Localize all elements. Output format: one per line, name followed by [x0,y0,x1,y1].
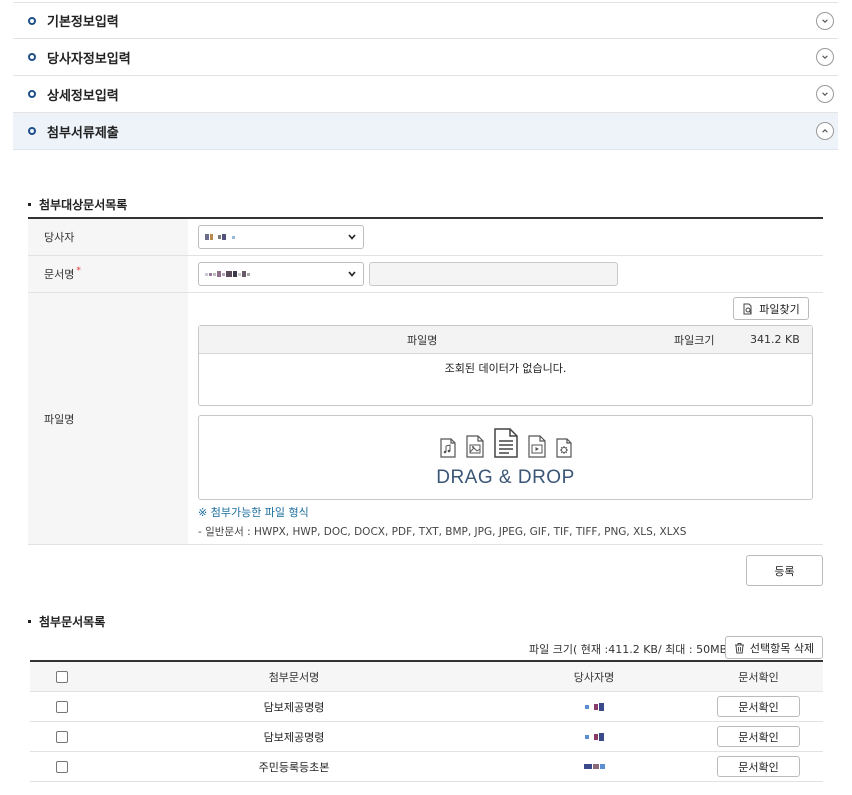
allowed-formats-title: ※ 첨부가능한 파일 형식 [198,506,309,519]
redacted-value [205,271,250,277]
bullet-icon [28,16,36,25]
empty-message: 조회된 데이터가 없습니다. [444,362,567,375]
redacted-party [584,732,604,741]
allowed-formats-list: - 일반문서 : HWPX, HWP, DOC, DOCX, PDF, TXT,… [198,526,687,538]
bullet-icon [28,90,36,98]
doc-confirm-button[interactable]: 문서확인 [717,726,800,747]
file-table-header: 파일명 파일크기 341.2 KB [199,326,812,354]
accordion-title: 기본정보입력 [47,15,119,30]
delete-selected-button[interactable]: 선택항목 삭제 [725,636,823,659]
find-file-button[interactable]: 파일찾기 [733,297,809,320]
row-checkbox[interactable] [56,760,68,773]
row-checkbox[interactable] [56,730,68,743]
file-size-info: 파일 크기( 현재 :411.2 KB/ 최대 : 50MB) [529,643,732,656]
chevron-down-icon[interactable] [816,85,834,103]
bullet-icon [28,620,31,623]
accordion-party-info[interactable]: 당사자정보입력 [13,39,838,76]
redacted-party [583,764,605,769]
music-file-icon [439,437,456,458]
doc-name: 담보제공명령 [263,700,325,714]
col-confirm: 문서확인 [738,670,779,684]
bullet-icon [28,203,31,206]
form-label: 당사자 [28,219,188,255]
bullet-icon [28,53,36,61]
file-type-icons [438,427,574,459]
doc-confirm-label: 문서확인 [738,700,779,714]
doc-confirm-button[interactable]: 문서확인 [717,756,800,777]
file-search-icon [743,303,753,314]
doc-name: 담보제공명령 [263,730,325,744]
form-row-party: 당사자 [28,219,823,256]
accordion-title: 당사자정보입력 [47,51,131,67]
chevron-down-icon [348,234,356,240]
form-row-docname: 문서명 * [28,256,823,293]
redacted-party [584,702,604,711]
accordion-attachments[interactable]: 첨부서류제출 [13,113,838,150]
section-heading: 첨부문서목록 [28,613,105,630]
attach-list-table: 첨부문서명 당사자명 문서확인 담보제공명령 문서확인 담보제공명령 문서확인 [30,660,823,782]
table-row: 주민등록등초본 문서확인 [30,752,823,782]
image-file-icon [465,434,484,458]
drag-drop-text: DRAG & DROP [436,466,575,488]
col-doc-name: 첨부문서명 [268,670,320,684]
table-header-row: 첨부문서명 당사자명 문서확인 [30,662,823,692]
file-table: 파일명 파일크기 341.2 KB 조회된 데이터가 없습니다. [198,325,813,406]
docname-text-field[interactable] [369,262,618,286]
accordion-title: 첨부서류제출 [47,125,119,141]
doc-confirm-button[interactable]: 문서확인 [717,696,800,717]
redacted-value [205,234,235,240]
bullet-icon [28,127,36,135]
section-title: 첨부문서목록 [39,615,106,629]
delete-selected-label: 선택항목 삭제 [749,641,815,655]
find-file-label: 파일찾기 [759,302,800,316]
col-party-name: 당사자명 [573,670,615,684]
chevron-down-icon [348,271,356,277]
table-row: 담보제공명령 문서확인 [30,692,823,722]
trash-icon [734,642,744,653]
drop-zone[interactable]: DRAG & DROP [198,415,813,500]
form-label: 파일명 [28,293,188,544]
video-file-icon [527,434,546,458]
chevron-down-icon[interactable] [816,11,834,30]
doc-confirm-label: 문서확인 [738,760,779,774]
form-label: 문서명 * [28,256,188,292]
accordion-detail-info[interactable]: 상세정보입력 [13,76,838,113]
row-checkbox[interactable] [56,700,68,713]
section-title: 첨부대상문서목록 [39,198,128,212]
chevron-down-icon[interactable] [816,48,834,66]
accordion-basic-info[interactable]: 기본정보입력 [13,2,838,39]
docname-select[interactable] [198,262,364,286]
attach-form: 당사자 문서명 * 파일명 파일찾기 파일명 파일크기 341.2 KB 조회된… [28,217,823,545]
filesize-value: 341.2 KB [750,333,800,346]
col-filesize: 파일크기 [674,333,715,347]
register-button[interactable]: 등록 [746,555,823,586]
section-heading: 첨부대상문서목록 [28,196,127,213]
col-filename: 파일명 [407,333,438,347]
register-label: 등록 [774,564,795,578]
accordion-title: 상세정보입력 [47,88,119,104]
party-select[interactable] [198,225,364,249]
form-row-file: 파일명 파일찾기 파일명 파일크기 341.2 KB 조회된 데이터가 없습니다… [28,293,823,545]
docname-label: 문서명 [44,268,75,281]
accordion: 기본정보입력 당사자정보입력 상세정보입력 첨부서류제출 [13,2,838,150]
doc-name: 주민등록등초본 [258,760,330,774]
settings-file-icon [555,437,572,458]
select-all-checkbox[interactable] [56,670,68,683]
doc-confirm-label: 문서확인 [738,730,779,744]
chevron-up-icon[interactable] [816,122,834,140]
document-file-icon [493,427,518,458]
required-mark: * [76,266,81,276]
table-row: 담보제공명령 문서확인 [30,722,823,752]
